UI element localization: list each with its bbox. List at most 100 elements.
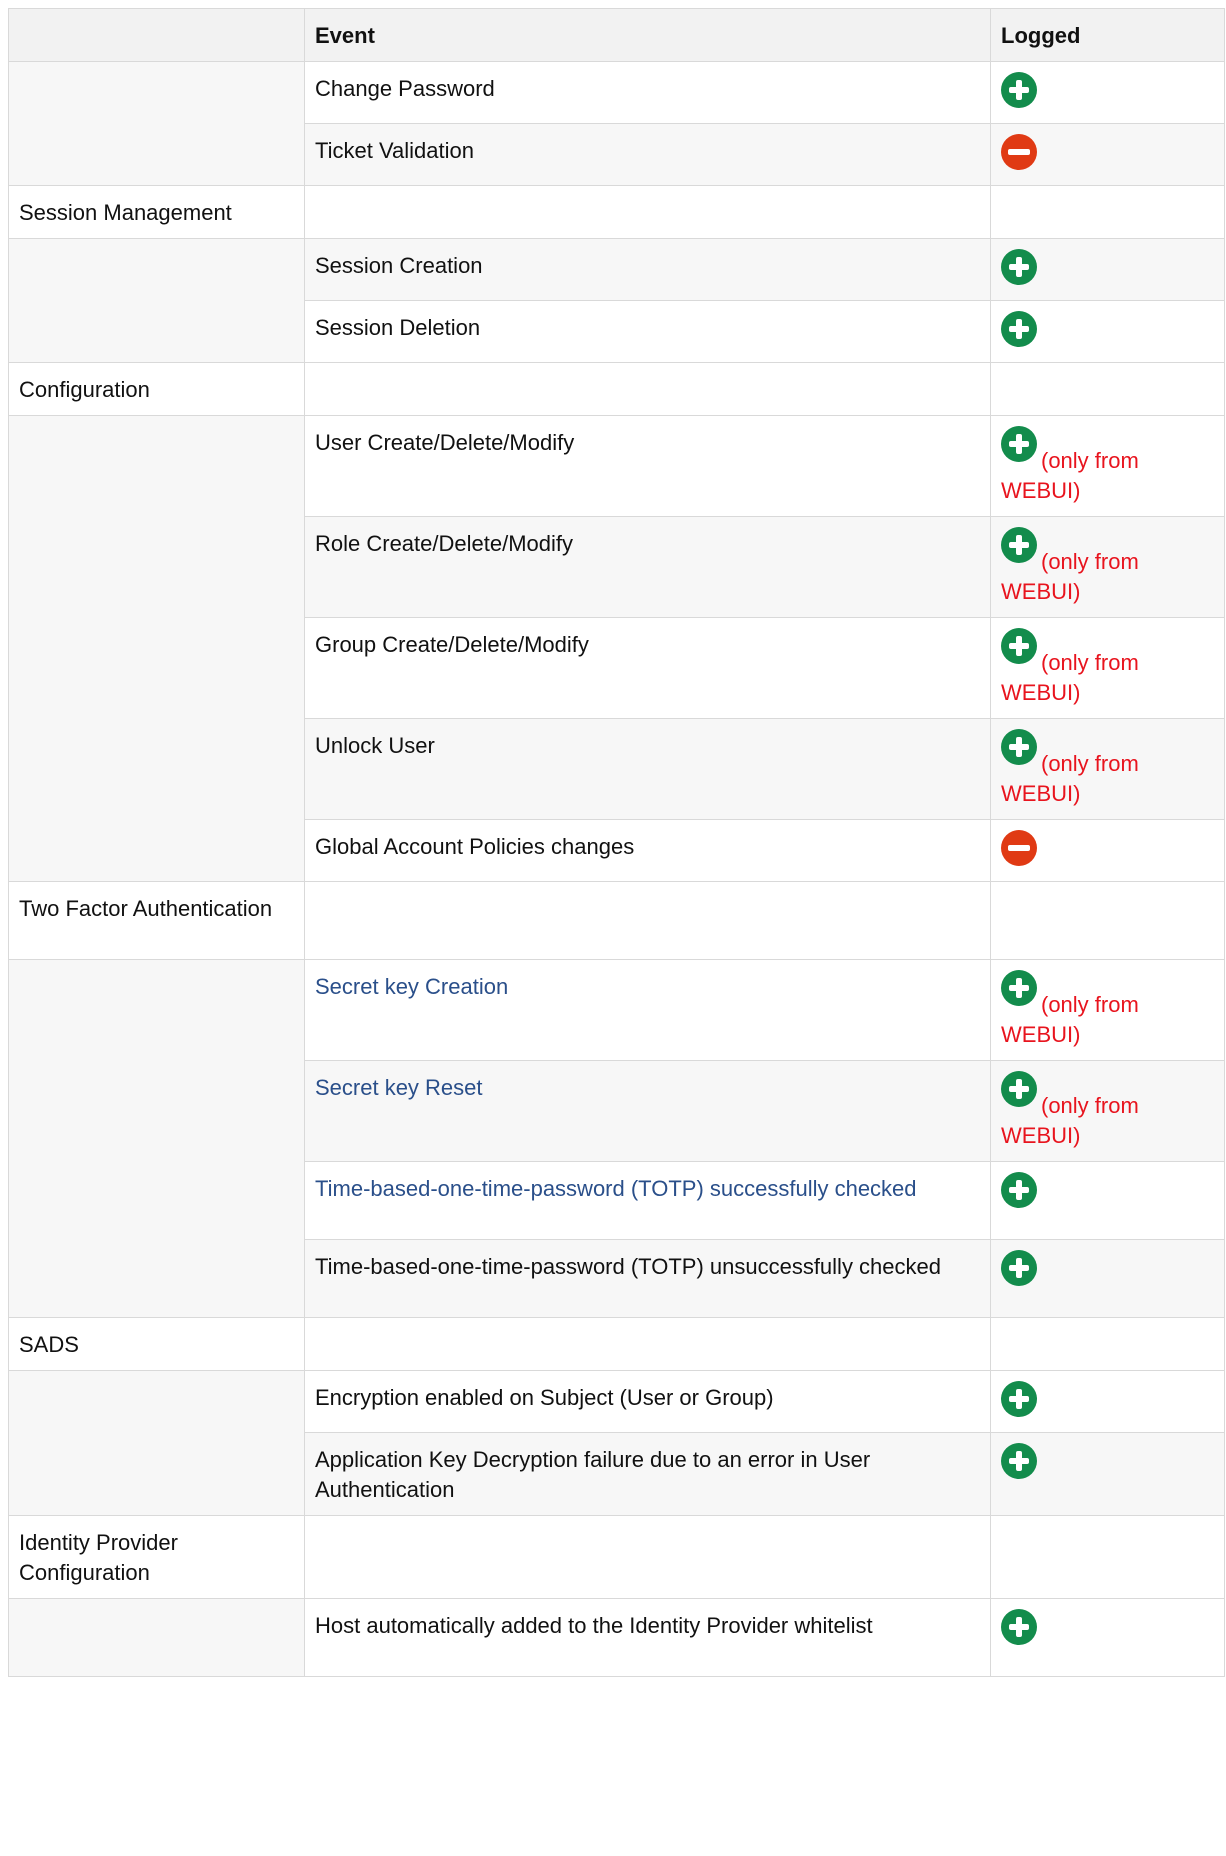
logged-cell: (only from WEBUI) xyxy=(990,718,1225,820)
table-row: Host automatically added to the Identity… xyxy=(8,1598,1225,1677)
event-cell: Unlock User xyxy=(304,718,991,820)
note-text: WEBUI) xyxy=(1001,1022,1081,1047)
plus-icon xyxy=(1001,1250,1037,1286)
logged-cell xyxy=(990,300,1225,363)
table-row: Secret key Creation (only from WEBUI) xyxy=(8,959,1225,1318)
plus-icon xyxy=(1001,729,1037,765)
plus-icon xyxy=(1001,1443,1037,1479)
header-event: Event xyxy=(304,8,991,62)
category-cell-empty xyxy=(8,1598,305,1677)
event-cell[interactable]: Secret key Creation xyxy=(304,959,991,1061)
logged-cell-empty xyxy=(990,185,1225,239)
event-cell: Change Password xyxy=(304,61,991,124)
logged-cell: (only from WEBUI) xyxy=(990,959,1225,1061)
table-row: Change Password xyxy=(8,61,1225,186)
event-cell: Host automatically added to the Identity… xyxy=(304,1598,991,1677)
event-cell-empty xyxy=(304,362,991,416)
event-cell-empty xyxy=(304,185,991,239)
logged-cell xyxy=(990,1161,1225,1240)
plus-icon xyxy=(1001,1381,1037,1417)
note-text: (only from xyxy=(1041,448,1139,473)
table-header-row: Event Logged xyxy=(8,8,1225,62)
logged-cell xyxy=(990,61,1225,124)
note-text: WEBUI) xyxy=(1001,478,1081,503)
logged-cell xyxy=(990,1598,1225,1677)
category-row: SADS xyxy=(8,1317,1225,1371)
category-row: Identity Provider Configuration xyxy=(8,1515,1225,1599)
category-row: Configuration xyxy=(8,362,1225,416)
plus-icon xyxy=(1001,249,1037,285)
logged-cell xyxy=(990,123,1225,186)
event-cell[interactable]: Secret key Reset xyxy=(304,1060,991,1162)
audit-events-table: Event Logged Change Password Ticket Vali… xyxy=(8,8,1225,1677)
event-cell: Group Create/Delete/Modify xyxy=(304,617,991,719)
logged-cell: (only from WEBUI) xyxy=(990,516,1225,618)
logged-cell-empty xyxy=(990,1317,1225,1371)
category-label: Session Management xyxy=(8,185,305,239)
plus-icon xyxy=(1001,1609,1037,1645)
logged-cell: (only from WEBUI) xyxy=(990,1060,1225,1162)
event-cell: Encryption enabled on Subject (User or G… xyxy=(304,1370,991,1433)
event-link[interactable]: Time-based-one-time-password (TOTP) succ… xyxy=(315,1176,917,1201)
event-cell-empty xyxy=(304,1515,991,1599)
category-row: Two Factor Authentication xyxy=(8,881,1225,960)
event-cell-empty xyxy=(304,881,991,960)
event-cell: Application Key Decryption failure due t… xyxy=(304,1432,991,1516)
logged-cell-empty xyxy=(990,362,1225,416)
event-cell: Role Create/Delete/Modify xyxy=(304,516,991,618)
note-text: (only from xyxy=(1041,1093,1139,1118)
category-cell-empty xyxy=(8,959,305,1318)
event-cell-empty xyxy=(304,1317,991,1371)
category-label: SADS xyxy=(8,1317,305,1371)
header-logged: Logged xyxy=(990,8,1225,62)
header-category xyxy=(8,8,305,62)
logged-cell: (only from WEBUI) xyxy=(990,415,1225,517)
plus-icon xyxy=(1001,628,1037,664)
logged-cell: (only from WEBUI) xyxy=(990,617,1225,719)
category-cell-empty xyxy=(8,61,305,186)
plus-icon xyxy=(1001,1071,1037,1107)
note-text: (only from xyxy=(1041,549,1139,574)
plus-icon xyxy=(1001,527,1037,563)
category-cell-empty xyxy=(8,238,305,363)
logged-cell xyxy=(990,819,1225,882)
category-label: Identity Provider Configuration xyxy=(8,1515,305,1599)
event-cell: Ticket Validation xyxy=(304,123,991,186)
category-label: Two Factor Authentication xyxy=(8,881,305,960)
plus-icon xyxy=(1001,72,1037,108)
logged-cell-empty xyxy=(990,881,1225,960)
category-row: Session Management xyxy=(8,185,1225,239)
category-label: Configuration xyxy=(8,362,305,416)
table-row: Session Creation xyxy=(8,238,1225,363)
plus-icon xyxy=(1001,1172,1037,1208)
event-link[interactable]: Secret key Creation xyxy=(315,974,508,999)
plus-icon xyxy=(1001,426,1037,462)
minus-icon xyxy=(1001,134,1037,170)
logged-cell xyxy=(990,1239,1225,1318)
logged-cell-empty xyxy=(990,1515,1225,1599)
logged-cell xyxy=(990,1370,1225,1433)
note-text: (only from xyxy=(1041,650,1139,675)
event-cell: User Create/Delete/Modify xyxy=(304,415,991,517)
note-text: WEBUI) xyxy=(1001,781,1081,806)
note-text: (only from xyxy=(1041,751,1139,776)
event-cell: Time-based-one-time-password (TOTP) unsu… xyxy=(304,1239,991,1318)
note-text: WEBUI) xyxy=(1001,680,1081,705)
event-cell: Global Account Policies changes xyxy=(304,819,991,882)
table-row: Encryption enabled on Subject (User or G… xyxy=(8,1370,1225,1516)
event-cell[interactable]: Time-based-one-time-password (TOTP) succ… xyxy=(304,1161,991,1240)
event-link[interactable]: Secret key Reset xyxy=(315,1075,483,1100)
event-cell: Session Deletion xyxy=(304,300,991,363)
minus-icon xyxy=(1001,830,1037,866)
logged-cell xyxy=(990,238,1225,301)
plus-icon xyxy=(1001,311,1037,347)
category-cell-empty xyxy=(8,1370,305,1516)
note-text: (only from xyxy=(1041,992,1139,1017)
note-text: WEBUI) xyxy=(1001,579,1081,604)
plus-icon xyxy=(1001,970,1037,1006)
logged-cell xyxy=(990,1432,1225,1516)
table-row: User Create/Delete/Modify (only from WEBU… xyxy=(8,415,1225,882)
event-cell: Session Creation xyxy=(304,238,991,301)
category-cell-empty xyxy=(8,415,305,882)
note-text: WEBUI) xyxy=(1001,1123,1081,1148)
